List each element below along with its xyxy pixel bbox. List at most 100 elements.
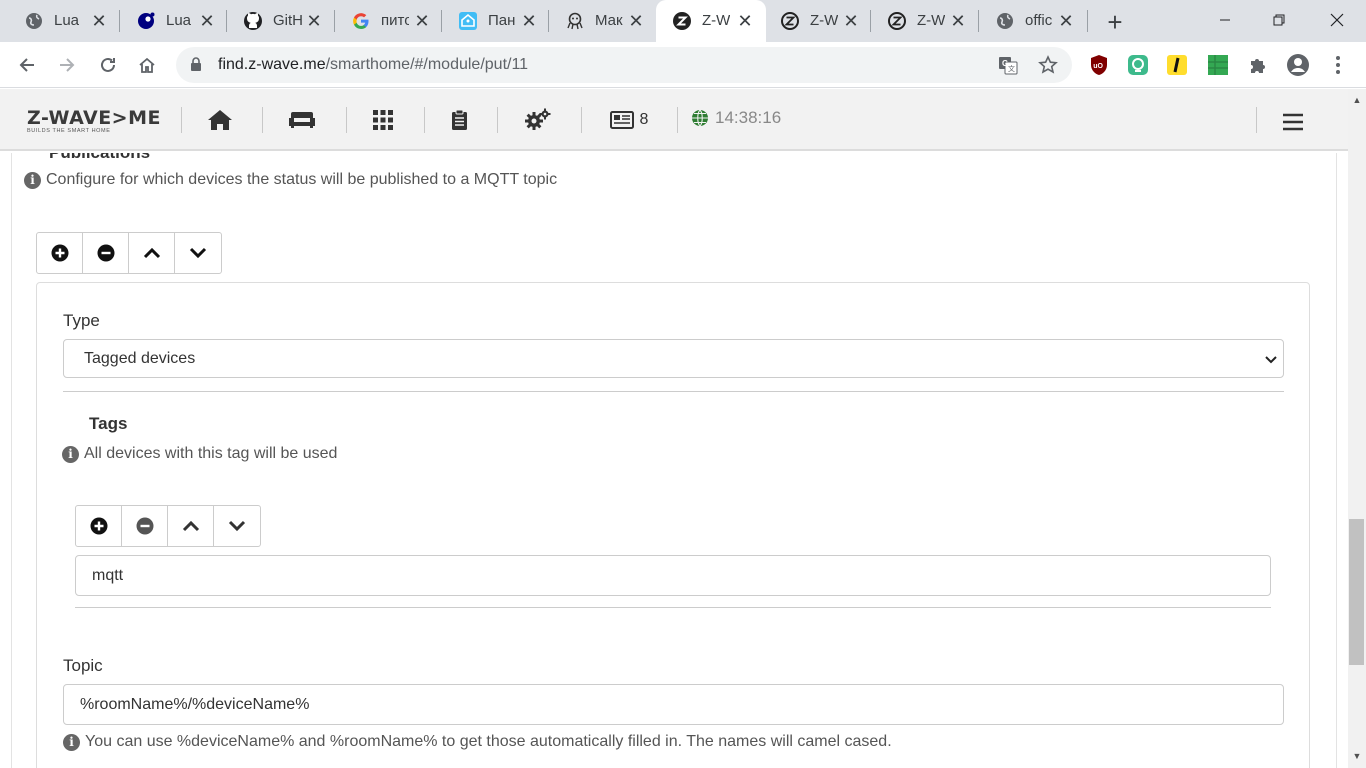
move-tag-down-button[interactable]	[214, 506, 260, 546]
tab-title: Z-W	[917, 12, 945, 29]
module-config-content: Publications i Configure for which devic…	[0, 153, 1348, 768]
browser-tab[interactable]: GitH ✕	[227, 0, 335, 42]
extensions-puzzle-icon[interactable]	[1246, 53, 1270, 77]
globe-icon	[692, 109, 708, 127]
close-tab-icon[interactable]: ✕	[947, 10, 969, 32]
chevron-down-icon	[228, 520, 246, 532]
close-tab-icon[interactable]: ✕	[411, 10, 433, 32]
tag-input[interactable]: mqtt	[75, 555, 1271, 596]
svg-text:文: 文	[1008, 64, 1015, 73]
tags-array-controls	[75, 505, 261, 547]
topic-label: Topic	[63, 656, 103, 675]
browser-tabstrip: Lua ✕ Lua ✕ GitH ✕ пито ✕ Пан ✕ Мак ✕ Z-…	[0, 0, 1366, 42]
close-tab-icon[interactable]: ✕	[734, 10, 756, 32]
notifications-count: 8	[639, 111, 649, 128]
browser-tab[interactable]: Z-W ✕	[764, 0, 870, 42]
close-tab-icon[interactable]: ✕	[840, 10, 862, 32]
browser-tab[interactable]: Z-W ✕	[871, 0, 977, 42]
app-navbar: Z-WAVE>ME BUILDS THE SMART HOME 8 14:38:…	[0, 89, 1348, 151]
extension-sheet-icon[interactable]	[1206, 53, 1230, 77]
new-tab-button[interactable]: +	[1102, 7, 1128, 37]
browser-tab[interactable]: Lua ✕	[8, 0, 116, 42]
remove-item-button[interactable]	[83, 233, 129, 273]
lua-icon	[136, 11, 156, 31]
page-scrollbar[interactable]: ▲ ▼	[1348, 89, 1366, 768]
close-tab-icon[interactable]: ✕	[1055, 10, 1077, 32]
browser-tab[interactable]: offic ✕	[979, 0, 1087, 42]
topic-input[interactable]: %roomName%/%deviceName%	[63, 684, 1284, 725]
nav-notifications-button[interactable]: 8	[608, 106, 650, 134]
clock: 14:38:16	[691, 108, 781, 128]
type-label: Type	[63, 311, 100, 330]
nav-elements-button[interactable]	[370, 106, 396, 134]
remove-tag-button[interactable]	[122, 506, 168, 546]
tab-separator	[1087, 10, 1088, 32]
nav-divider	[497, 107, 498, 133]
bookmark-star-icon[interactable]	[1037, 54, 1059, 76]
tab-title: Lua	[54, 12, 80, 29]
reload-button[interactable]	[93, 50, 123, 80]
tab-title: Z-W	[810, 12, 838, 29]
github-icon	[243, 11, 263, 31]
nav-home-button[interactable]	[205, 106, 235, 134]
move-tag-up-button[interactable]	[168, 506, 214, 546]
url-path: /smarthome/#/module/put/11	[325, 56, 529, 73]
translate-icon[interactable]: G文	[997, 54, 1019, 76]
nav-events-button[interactable]	[448, 106, 470, 134]
home-icon	[139, 57, 155, 73]
browser-tab[interactable]: Lua ✕	[120, 0, 226, 42]
profile-avatar-icon[interactable]	[1286, 53, 1310, 77]
minimize-button[interactable]	[1196, 0, 1254, 40]
close-tab-icon[interactable]: ✕	[518, 10, 540, 32]
zwave-logo[interactable]: Z-WAVE>ME BUILDS THE SMART HOME	[27, 107, 161, 134]
info-icon: i	[24, 171, 41, 189]
extension-yellow-icon[interactable]	[1165, 53, 1189, 77]
main-menu-button[interactable]	[1281, 108, 1305, 136]
nav-divider	[677, 107, 678, 133]
forward-arrow-icon	[60, 58, 75, 72]
browser-tab-active[interactable]: Z-W ✕	[656, 0, 766, 42]
scroll-up-arrow-icon[interactable]: ▲	[1352, 95, 1362, 105]
add-item-button[interactable]	[37, 233, 83, 273]
tab-title: Пан	[488, 12, 516, 29]
back-button[interactable]	[12, 50, 42, 80]
move-up-button[interactable]	[129, 233, 175, 273]
close-tab-icon[interactable]: ✕	[625, 10, 647, 32]
scrollbar-thumb[interactable]	[1349, 519, 1364, 665]
chevron-down-icon	[1264, 352, 1278, 370]
restore-button[interactable]	[1250, 0, 1308, 40]
close-tab-icon[interactable]: ✕	[303, 10, 325, 32]
close-tab-icon[interactable]: ✕	[196, 10, 218, 32]
browser-tab[interactable]: Мак ✕	[549, 0, 655, 42]
browser-menu-icon[interactable]	[1326, 53, 1350, 77]
add-tag-button[interactable]	[76, 506, 122, 546]
tags-divider	[75, 607, 1271, 608]
browser-tab[interactable]: Пан ✕	[442, 0, 548, 42]
minus-circle-icon	[136, 517, 153, 535]
nav-divider	[424, 107, 425, 133]
publications-help: i Configure for which devices the status…	[24, 171, 557, 189]
topic-help-text: You can use %deviceName% and %roomName% …	[85, 733, 892, 750]
chevron-up-icon	[182, 520, 199, 532]
address-bar[interactable]: find.z-wave.me/smarthome/#/module/put/11…	[176, 47, 1072, 83]
type-select[interactable]: Tagged devices	[63, 339, 1284, 378]
nav-settings-button[interactable]	[522, 106, 554, 134]
close-window-button[interactable]	[1308, 0, 1366, 40]
browser-toolbar: find.z-wave.me/smarthome/#/module/put/11…	[0, 42, 1366, 88]
home-button[interactable]	[132, 50, 162, 80]
forward-button[interactable]	[52, 50, 82, 80]
globe-icon	[24, 11, 44, 31]
close-tab-icon[interactable]: ✕	[88, 10, 110, 32]
nav-rooms-button[interactable]	[286, 106, 318, 134]
scroll-down-arrow-icon[interactable]: ▼	[1352, 751, 1362, 761]
tab-title: GitH	[273, 12, 303, 29]
tab-title: Lua	[166, 12, 192, 29]
extension-green-icon[interactable]	[1126, 53, 1150, 77]
browser-tab[interactable]: пито ✕	[335, 0, 441, 42]
clipboard-icon	[451, 109, 467, 130]
ublock-icon[interactable]: uO	[1087, 53, 1111, 77]
url-host: find.z-wave.me	[218, 56, 326, 73]
topic-input-value: %roomName%/%deviceName%	[80, 696, 310, 713]
move-down-button[interactable]	[175, 233, 221, 273]
nav-divider	[181, 107, 182, 133]
